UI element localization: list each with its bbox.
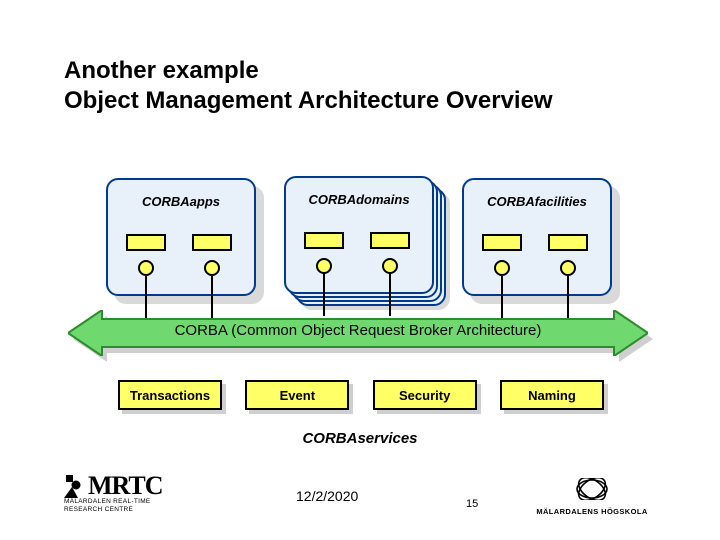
malardalens-logo: MÄLARDALENS HÖGSKOLA xyxy=(522,478,662,516)
corba-facilities-box: CORBAfacilities xyxy=(462,178,616,302)
mrtc-logo-icon xyxy=(64,474,82,498)
slide-title: Another example Object Management Archit… xyxy=(64,56,553,116)
mrtc-acronym: MRTC xyxy=(88,474,163,497)
corba-apps-box: CORBAapps xyxy=(106,178,260,302)
page-number: 15 xyxy=(466,498,478,510)
top-box-row: CORBAapps CORBAdomains xyxy=(106,176,616,306)
footer-date: 12/2/2020 xyxy=(296,488,358,504)
svc-box: Naming xyxy=(500,380,604,410)
title-line-2: Object Management Architecture Overview xyxy=(64,86,553,116)
mrtc-subline-2: RESEARCH CENTRE xyxy=(64,507,224,514)
box-front: CORBAdomains xyxy=(284,176,434,294)
corba-bus-arrow: CORBA (Common Object Request Broker Arch… xyxy=(68,310,648,360)
corba-domains-box: CORBAdomains xyxy=(284,176,438,300)
bus-label: CORBA (Common Object Request Broker Arch… xyxy=(68,322,648,339)
svc-box: Transactions xyxy=(118,380,222,410)
service-event: Event xyxy=(245,380,353,414)
svc-label: Event xyxy=(280,388,315,403)
title-line-1: Another example xyxy=(64,57,259,84)
service-security: Security xyxy=(373,380,481,414)
box-label: CORBAdomains xyxy=(286,192,432,207)
mrtc-subline-1: MÄLARDALEN REAL-TIME xyxy=(64,499,224,506)
malardalens-logo-icon xyxy=(575,478,609,500)
services-group-label: CORBAservices xyxy=(0,430,720,447)
slide: Another example Object Management Archit… xyxy=(0,0,720,540)
services-row: Transactions Event Security Naming xyxy=(118,380,608,426)
box-label: CORBAfacilities xyxy=(464,194,610,209)
box-front: CORBAfacilities xyxy=(462,178,612,296)
box-front: CORBAapps xyxy=(106,178,256,296)
service-naming: Naming xyxy=(500,380,608,414)
malardalens-text: MÄLARDALENS HÖGSKOLA xyxy=(522,507,662,516)
svc-box: Event xyxy=(245,380,349,410)
svc-label: Naming xyxy=(528,388,576,403)
svc-label: Security xyxy=(399,388,450,403)
mrtc-logo: MRTC MÄLARDALEN REAL-TIME RESEARCH CENTR… xyxy=(64,474,224,514)
service-transactions: Transactions xyxy=(118,380,226,414)
box-label: CORBAapps xyxy=(108,194,254,209)
svc-box: Security xyxy=(373,380,477,410)
svc-label: Transactions xyxy=(130,388,210,403)
